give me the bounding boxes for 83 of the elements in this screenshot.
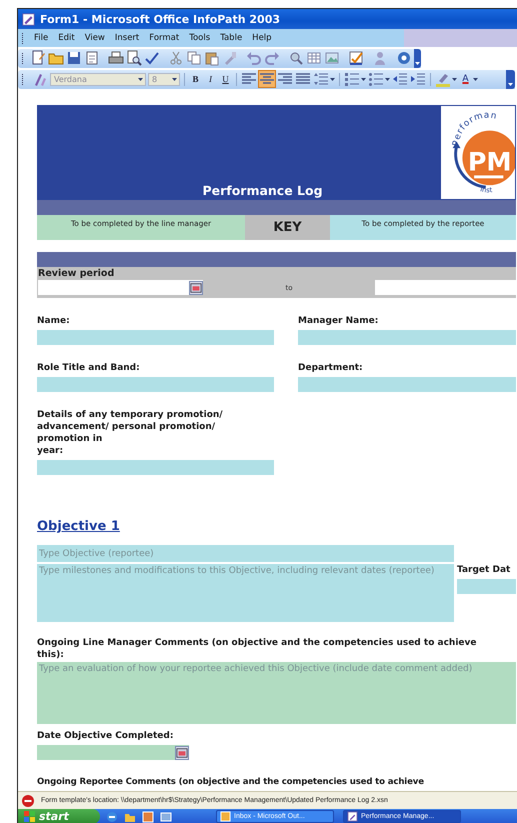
date-field[interactable] bbox=[37, 745, 189, 760]
search-icon[interactable] bbox=[288, 50, 304, 66]
field-label: Target Dat bbox=[457, 564, 512, 576]
milestones-field[interactable]: Type milestones and modifications to this Objective, including relevant dates (reportee) bbox=[37, 564, 454, 622]
field-label: Ongoing Reportee Comments (on objective and the competencies used to achieve bbox=[37, 776, 425, 788]
notepad-icon[interactable] bbox=[84, 50, 100, 66]
dropdown-arrow-icon[interactable] bbox=[136, 78, 145, 80]
table-icon[interactable] bbox=[306, 50, 322, 66]
dropdown-arrow-icon[interactable] bbox=[452, 76, 457, 82]
cut-icon[interactable] bbox=[168, 50, 184, 66]
objective-link[interactable]: Objective 1 bbox=[37, 519, 120, 534]
calendar-icon[interactable] bbox=[175, 746, 189, 760]
app-icon[interactable] bbox=[142, 810, 154, 822]
input-field[interactable] bbox=[37, 330, 274, 345]
input-field[interactable] bbox=[37, 460, 274, 475]
printer-icon[interactable] bbox=[108, 50, 124, 66]
windows-flag-icon bbox=[24, 811, 35, 822]
app-icon bbox=[22, 12, 35, 26]
picture-icon[interactable] bbox=[324, 50, 340, 66]
toolbar-options-icon[interactable] bbox=[506, 70, 515, 88]
desktop-icon[interactable] bbox=[160, 810, 172, 822]
bold-button[interactable]: B bbox=[189, 71, 202, 87]
align-center-icon[interactable] bbox=[259, 71, 275, 87]
calendar-icon[interactable] bbox=[189, 280, 203, 294]
numbered-list-icon[interactable] bbox=[344, 71, 360, 87]
error-icon bbox=[22, 794, 34, 806]
menu-item[interactable]: Table bbox=[216, 32, 248, 44]
save-icon[interactable] bbox=[66, 50, 82, 66]
help-icon[interactable] bbox=[396, 50, 412, 66]
input-field[interactable] bbox=[298, 330, 516, 345]
menu-item[interactable]: Tools bbox=[185, 32, 216, 44]
menu-item[interactable]: Help bbox=[248, 32, 278, 44]
toolbar-options-icon[interactable] bbox=[414, 48, 421, 68]
line-spacing-icon[interactable] bbox=[313, 71, 329, 87]
menu-item[interactable]: Format bbox=[145, 32, 186, 44]
copy-icon[interactable] bbox=[186, 50, 202, 66]
field-label: Details of any temporary promotion/ advancement/ personal promotion/ promotion in year: bbox=[37, 409, 224, 457]
objective-field[interactable]: Type Objective (reportee) bbox=[37, 545, 454, 562]
field-label: Ongoing Line Manager Comments (on objective and the competencies used to achieve this): bbox=[37, 637, 478, 661]
print-preview-icon[interactable] bbox=[126, 50, 142, 66]
window-title: Form1 - Microsoft Office InfoPath 2003 bbox=[40, 12, 280, 26]
redo-icon[interactable] bbox=[264, 50, 280, 66]
underline-button[interactable]: U bbox=[219, 71, 232, 87]
dropdown-arrow-icon[interactable] bbox=[361, 76, 366, 82]
input-field[interactable] bbox=[37, 377, 274, 392]
align-left-icon[interactable] bbox=[241, 71, 257, 87]
new-document-icon[interactable] bbox=[30, 50, 46, 66]
comments-field[interactable]: Type an evaluation of how your reportee achieved this Objective (include date comment added) bbox=[37, 662, 516, 724]
align-right-icon[interactable] bbox=[277, 71, 293, 87]
field-label: Manager Name: bbox=[298, 315, 380, 327]
increase-indent-icon[interactable] bbox=[410, 71, 426, 87]
form-title: Performance Log bbox=[201, 183, 323, 198]
dropdown-arrow-icon[interactable] bbox=[170, 78, 179, 80]
field-label: Date Objective Completed: bbox=[37, 730, 174, 742]
form-icon bbox=[347, 811, 358, 822]
date-field[interactable] bbox=[457, 579, 516, 594]
field-label: Role Title and Band: bbox=[37, 362, 141, 374]
logo-initials: PM bbox=[468, 148, 512, 177]
field-label: Name: bbox=[37, 315, 71, 327]
dropdown-arrow-icon[interactable] bbox=[473, 76, 478, 82]
dropdown-arrow-icon[interactable] bbox=[385, 76, 390, 82]
font-color-button[interactable]: A bbox=[459, 71, 472, 87]
checklist-icon[interactable] bbox=[348, 50, 364, 66]
bullet-list-icon[interactable] bbox=[368, 71, 384, 87]
justify-icon[interactable] bbox=[295, 71, 311, 87]
paste-icon[interactable] bbox=[204, 50, 220, 66]
field-label: Review period bbox=[38, 268, 116, 280]
menu-item[interactable]: File bbox=[30, 32, 54, 44]
undo-icon[interactable] bbox=[246, 50, 262, 66]
input-field[interactable] bbox=[298, 377, 516, 392]
menu-item[interactable]: View bbox=[80, 32, 111, 44]
date-field[interactable] bbox=[38, 280, 203, 295]
menu-item[interactable]: Insert bbox=[110, 32, 146, 44]
mail-icon bbox=[220, 811, 231, 822]
dropdown-arrow-icon[interactable] bbox=[330, 76, 335, 82]
style-icon[interactable] bbox=[32, 71, 48, 87]
menu-item[interactable]: Edit bbox=[54, 32, 81, 44]
checkmark-icon[interactable] bbox=[144, 50, 160, 66]
decrease-indent-icon[interactable] bbox=[392, 71, 408, 87]
field-label: Department: bbox=[298, 362, 364, 374]
key-title: KEY bbox=[245, 215, 330, 240]
italic-button[interactable]: I bbox=[204, 71, 217, 87]
date-field[interactable] bbox=[375, 280, 516, 295]
